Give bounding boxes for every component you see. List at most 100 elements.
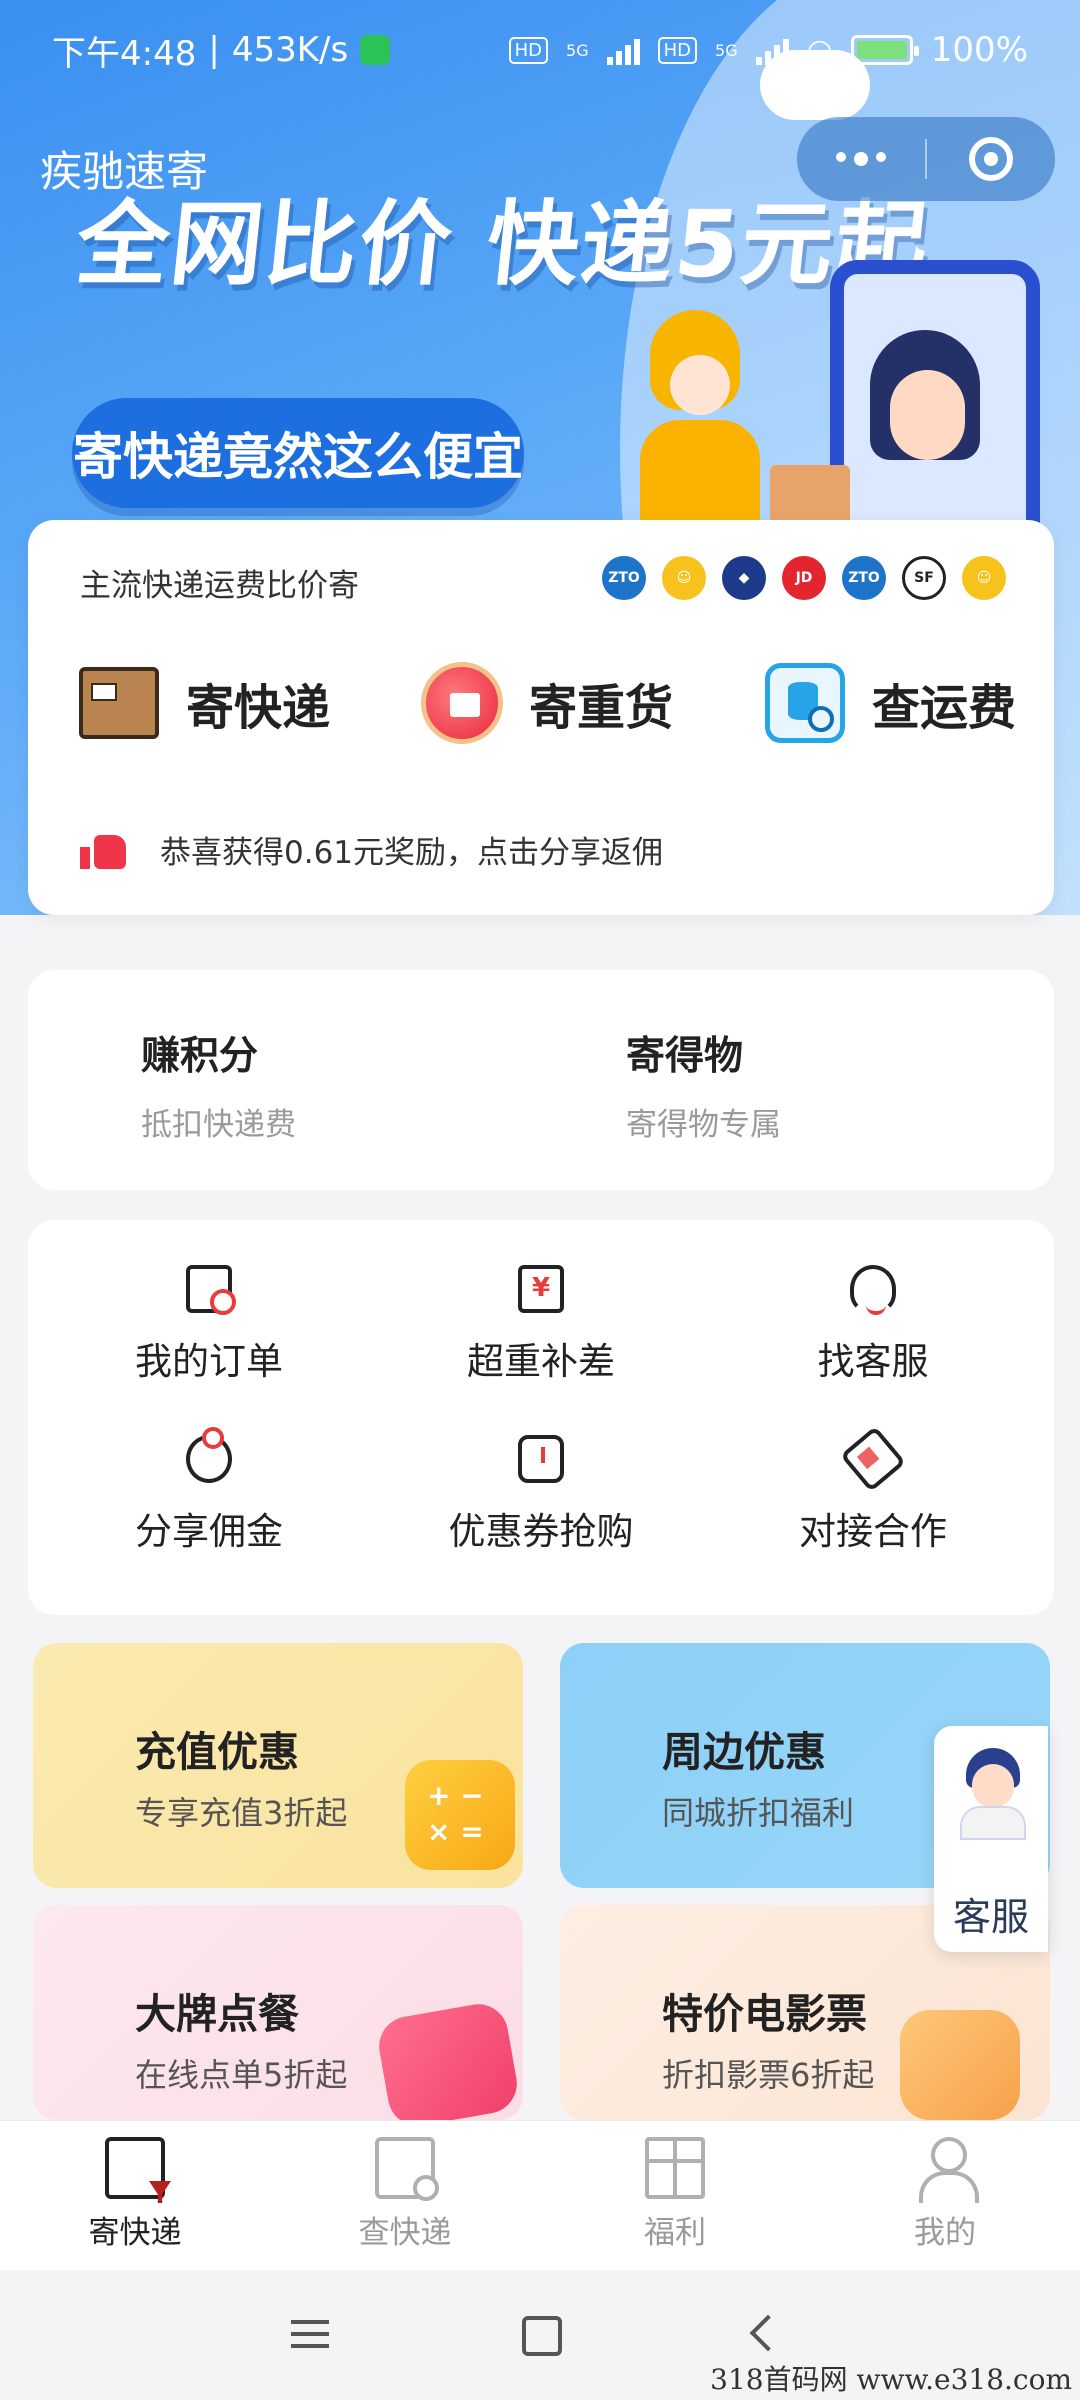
customer-service-item[interactable]: 找客服 — [708, 1265, 1038, 1385]
banner-pill[interactable]: 寄快递竟然这么便宜 — [72, 398, 524, 508]
smile-logo-icon: ☺ — [962, 556, 1006, 600]
points-subtitle: 寄得物专属 — [626, 1107, 781, 1143]
reward-text: 恭喜获得0.61元奖励，点击分享返佣 — [160, 834, 664, 871]
points-subtitle: 抵扣快递费 — [141, 1107, 296, 1143]
network-type-1: 5G — [566, 40, 589, 60]
parcel-cube-icon — [105, 2137, 165, 2199]
app-title: 疾驰速寄 — [40, 147, 209, 196]
send-heavy-cargo-button[interactable]: 寄重货 — [419, 660, 673, 746]
tab-label: 查快递 — [358, 2215, 452, 2251]
promo-title: 特价电影票 — [662, 1990, 867, 2038]
dewu-shipping-item[interactable]: 寄得物 寄得物专属 — [626, 1025, 781, 1144]
service-label: 寄快递 — [186, 680, 331, 736]
more-dot-icon — [854, 152, 868, 166]
promo-title: 充值优惠 — [135, 1728, 299, 1776]
tab-profile[interactable]: 我的 — [810, 2121, 1080, 2270]
shipping-card: 主流快递运费比价寄 ZTO ☺ ◆ JD ZTO SF ☺ 寄快递 寄重货 查运… — [28, 520, 1054, 915]
reward-banner[interactable]: 恭喜获得0.61元奖励，点击分享返佣 — [80, 825, 663, 873]
carrier-logos: ZTO ☺ ◆ JD ZTO SF ☺ — [602, 556, 1006, 600]
overweight-payment-item[interactable]: 超重补差 — [376, 1265, 706, 1385]
overweight-yuan-icon — [518, 1265, 564, 1313]
promo-subtitle: 折扣影票6折起 — [662, 2056, 875, 2094]
wifi-icon: ◠ — [806, 32, 833, 68]
coupon-grab-item[interactable]: 优惠券抢购 — [376, 1435, 706, 1555]
store-search-icon — [375, 2137, 439, 2201]
yunda-logo-icon: ◆ — [722, 556, 766, 600]
miniprogram-capsule — [797, 117, 1055, 201]
tab-welfare[interactable]: 福利 — [540, 2121, 810, 2270]
heavy-cargo-icon — [419, 660, 505, 746]
back-chevron-icon[interactable] — [737, 2310, 797, 2360]
courier-face-illustration — [670, 355, 730, 415]
status-time: 下午4:48 — [52, 33, 197, 74]
watermark: 318首码网 www.e318.com — [710, 2363, 1072, 2396]
share-commission-item[interactable]: 分享佣金 — [44, 1427, 374, 1555]
promo-subtitle: 同城折扣福利 — [662, 1794, 855, 1832]
zto-logo-icon: ZTO — [602, 556, 646, 600]
more-dot-icon — [836, 152, 846, 162]
network-type-2: 5G — [715, 40, 738, 60]
tab-label: 福利 — [644, 2215, 706, 2251]
tab-send-express[interactable]: 寄快递 — [0, 2121, 270, 2270]
target-circle-icon — [969, 137, 1013, 181]
service-label: 寄重货 — [528, 680, 673, 736]
smile-logo-icon: ☺ — [662, 556, 706, 600]
my-orders-item[interactable]: 我的订单 — [44, 1265, 374, 1385]
thumbs-up-icon — [80, 825, 142, 873]
user-icon — [915, 2137, 979, 2203]
tab-track-express[interactable]: 查快递 — [270, 2121, 540, 2270]
zto-logo-icon: ZTO — [842, 556, 886, 600]
piggy-bank-icon — [186, 1427, 232, 1483]
promo-title: 大牌点餐 — [135, 1990, 299, 2038]
customer-service-label: 客服 — [952, 1895, 1029, 1939]
send-express-button[interactable]: 寄快递 — [76, 660, 330, 746]
close-miniprogram-button[interactable] — [927, 137, 1055, 181]
order-search-icon — [186, 1265, 236, 1315]
feature-grid: 我的订单 超重补差 找客服 分享佣金 优惠券抢购 对接合作 — [28, 1220, 1054, 1615]
status-bar: 下午4:48 | 453K/s HD 5G HD 5G ◠ 100% — [0, 0, 1080, 100]
hd-badge-1: HD — [508, 36, 549, 64]
gift-icon — [645, 2137, 705, 2199]
battery-level: 100% — [930, 30, 1028, 70]
grid-label: 对接合作 — [799, 1510, 947, 1553]
card-subtitle: 主流快递运费比价寄 — [80, 568, 359, 604]
cooperation-item[interactable]: 对接合作 — [708, 1425, 1038, 1555]
promo-subtitle: 在线点单5折起 — [135, 2056, 348, 2094]
shopping-bag-icon — [900, 2010, 1020, 2120]
promo-food-card[interactable]: 大牌点餐 在线点单5折起 — [33, 1905, 523, 2120]
signal-icon-1 — [606, 35, 640, 65]
bottom-tab-bar: 寄快递 查快递 福利 我的 — [0, 2120, 1080, 2270]
wechat-notification-icon — [360, 35, 391, 65]
home-square-icon[interactable] — [510, 2310, 570, 2360]
more-dot-icon — [876, 152, 886, 162]
menu-icon[interactable] — [283, 2310, 343, 2360]
more-options-button[interactable] — [797, 152, 925, 166]
agent-avatar-icon — [958, 1748, 1028, 1840]
points-title: 寄得物 — [626, 1034, 744, 1079]
customer-service-float-button[interactable]: 客服 — [934, 1726, 1048, 1952]
grid-label: 超重补差 — [467, 1340, 615, 1383]
hd-badge-2: HD — [657, 36, 698, 64]
woman-face-illustration — [890, 370, 965, 460]
shipping-fee-icon — [762, 660, 848, 746]
tab-label: 寄快递 — [88, 2215, 182, 2251]
check-fee-button[interactable]: 查运费 — [762, 660, 1016, 746]
signal-icon-2 — [755, 35, 789, 65]
headset-icon — [850, 1265, 896, 1315]
grid-label: 优惠券抢购 — [448, 1510, 634, 1553]
parcel-box-icon — [76, 660, 162, 746]
points-card: 赚积分 抵扣快递费 寄得物 寄得物专属 — [28, 970, 1054, 1190]
status-net-speed: 453K/s — [231, 30, 349, 70]
calculator-icon — [405, 1760, 515, 1870]
promo-recharge-card[interactable]: 充值优惠 专享充值3折起 — [33, 1643, 523, 1888]
status-divider: | — [208, 30, 220, 70]
points-title: 赚积分 — [141, 1034, 259, 1079]
tab-label: 我的 — [914, 2215, 976, 2251]
earn-points-item[interactable]: 赚积分 抵扣快递费 — [141, 1025, 296, 1144]
grid-label: 我的订单 — [135, 1340, 283, 1383]
grid-label: 分享佣金 — [135, 1510, 283, 1553]
service-label: 查运费 — [871, 680, 1016, 736]
food-ticket-icon — [374, 1999, 522, 2120]
promo-title: 周边优惠 — [662, 1728, 826, 1776]
handshake-icon — [839, 1425, 907, 1493]
